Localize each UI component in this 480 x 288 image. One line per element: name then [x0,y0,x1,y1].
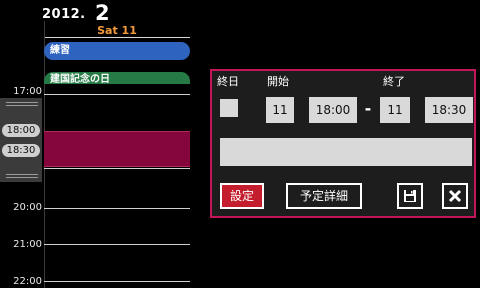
event-title-input[interactable] [220,138,472,166]
selection-start-time[interactable]: 18:00 [2,124,40,137]
all-day-event[interactable]: 建国記念の日 [44,72,190,84]
save-button[interactable] [397,183,423,209]
hour-line [44,281,190,282]
drag-handle-line [6,105,38,106]
hour-line [44,244,190,245]
year-label: 2012. [42,7,86,22]
month-label: 2 [95,1,110,25]
hour-line [44,94,190,95]
selection-end-time[interactable]: 18:30 [2,144,40,157]
time-label: 21:00 [13,239,42,250]
details-button[interactable]: 予定詳細 [286,183,362,209]
end-day-field[interactable]: 11 [380,97,410,123]
drag-handle-line [6,102,38,103]
start-time-field[interactable]: 18:00 [309,97,357,123]
close-icon [448,189,462,203]
selected-time-block[interactable] [44,131,190,167]
all-day-label: 終日 [217,75,239,88]
day-header[interactable]: Sat 11 [44,24,190,37]
all-day-checkbox[interactable] [220,99,238,117]
event-dialog: 終日 開始 終了 11 18:00 - 11 18:30 設定 予定詳細 [210,69,476,218]
time-label: 22:00 [13,276,42,287]
end-label: 終了 [383,75,405,88]
drag-handle-line [6,174,38,175]
settings-button[interactable]: 設定 [220,183,264,209]
close-button[interactable] [442,183,468,209]
all-day-event[interactable]: 練習 [44,42,190,60]
floppy-disk-icon [404,190,416,202]
hour-line [44,208,190,209]
time-selection-strip[interactable] [0,98,42,182]
drag-handle-line [6,177,38,178]
time-label: 20:00 [13,202,42,213]
day-header-underline [44,37,190,38]
time-label: 17:00 [13,86,42,97]
end-time-field[interactable]: 18:30 [425,97,473,123]
range-separator: - [364,99,372,118]
start-label: 開始 [267,75,289,88]
hour-line [44,168,190,169]
start-day-field[interactable]: 11 [266,97,294,123]
